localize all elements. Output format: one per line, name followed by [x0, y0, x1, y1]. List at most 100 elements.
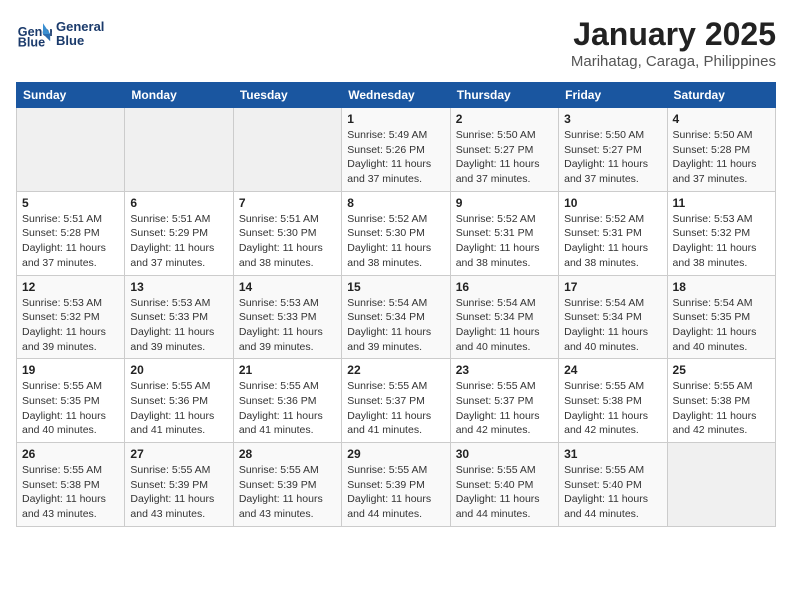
day-number: 7: [239, 196, 336, 210]
day-number: 29: [347, 447, 444, 461]
day-info: Sunrise: 5:55 AM Sunset: 5:39 PM Dayligh…: [130, 463, 227, 522]
day-number: 30: [456, 447, 553, 461]
day-number: 1: [347, 112, 444, 126]
calendar-cell: 7 Sunrise: 5:51 AM Sunset: 5:30 PM Daylig…: [233, 191, 341, 275]
calendar-week-2: 5Sunrise: 5:51 AM Sunset: 5:28 PM Daylig…: [17, 191, 776, 275]
day-info: Sunrise: 5:51 AM Sunset: 5:30 PM Dayligh…: [239, 212, 336, 271]
calendar-cell: 17 Sunrise: 5:54 AM Sunset: 5:34 PM Dayli…: [559, 275, 667, 359]
day-info: Sunrise: 5:55 AM Sunset: 5:35 PM Dayligh…: [22, 379, 119, 438]
weekday-header-monday: Monday: [125, 83, 233, 108]
calendar-body: 1 Sunrise: 5:49 AM Sunset: 5:26 PM Daylig…: [17, 108, 776, 527]
calendar-cell: [667, 443, 775, 527]
day-info: Sunrise: 5:55 AM Sunset: 5:39 PM Dayligh…: [239, 463, 336, 522]
calendar-cell: 10Sunrise: 5:52 AM Sunset: 5:31 PM Dayli…: [559, 191, 667, 275]
calendar-cell: 31 Sunrise: 5:55 AM Sunset: 5:40 PM Dayli…: [559, 443, 667, 527]
calendar-cell: 25Sunrise: 5:55 AM Sunset: 5:38 PM Dayli…: [667, 359, 775, 443]
month-title: January 2025: [571, 16, 776, 53]
day-number: 27: [130, 447, 227, 461]
calendar-cell: 4 Sunrise: 5:50 AM Sunset: 5:28 PM Daylig…: [667, 108, 775, 192]
day-info: Sunrise: 5:53 AM Sunset: 5:33 PM Dayligh…: [239, 296, 336, 355]
day-number: 11: [673, 196, 770, 210]
day-number: 14: [239, 280, 336, 294]
calendar-week-1: 1 Sunrise: 5:49 AM Sunset: 5:26 PM Daylig…: [17, 108, 776, 192]
weekday-header-thursday: Thursday: [450, 83, 558, 108]
calendar-cell: 20 Sunrise: 5:55 AM Sunset: 5:36 PM Dayli…: [125, 359, 233, 443]
day-number: 3: [564, 112, 661, 126]
day-number: 18: [673, 280, 770, 294]
weekday-header-saturday: Saturday: [667, 83, 775, 108]
calendar-cell: 6 Sunrise: 5:51 AM Sunset: 5:29 PM Daylig…: [125, 191, 233, 275]
day-info: Sunrise: 5:53 AM Sunset: 5:32 PM Dayligh…: [673, 212, 770, 271]
calendar-header-row: SundayMondayTuesdayWednesdayThursdayFrid…: [17, 83, 776, 108]
logo: General Blue General Blue: [16, 16, 104, 52]
day-number: 21: [239, 363, 336, 377]
day-info: Sunrise: 5:53 AM Sunset: 5:33 PM Dayligh…: [130, 296, 227, 355]
weekday-header-tuesday: Tuesday: [233, 83, 341, 108]
calendar-cell: 9Sunrise: 5:52 AM Sunset: 5:31 PM Daylig…: [450, 191, 558, 275]
day-info: Sunrise: 5:55 AM Sunset: 5:40 PM Dayligh…: [564, 463, 661, 522]
day-info: Sunrise: 5:50 AM Sunset: 5:27 PM Dayligh…: [564, 128, 661, 187]
day-number: 31: [564, 447, 661, 461]
day-info: Sunrise: 5:55 AM Sunset: 5:38 PM Dayligh…: [22, 463, 119, 522]
weekday-header-wednesday: Wednesday: [342, 83, 450, 108]
day-info: Sunrise: 5:53 AM Sunset: 5:32 PM Dayligh…: [22, 296, 119, 355]
calendar-cell: 3 Sunrise: 5:50 AM Sunset: 5:27 PM Daylig…: [559, 108, 667, 192]
day-info: Sunrise: 5:51 AM Sunset: 5:28 PM Dayligh…: [22, 212, 119, 271]
calendar-cell: 26 Sunrise: 5:55 AM Sunset: 5:38 PM Dayli…: [17, 443, 125, 527]
calendar-week-4: 19 Sunrise: 5:55 AM Sunset: 5:35 PM Dayli…: [17, 359, 776, 443]
day-info: Sunrise: 5:50 AM Sunset: 5:28 PM Dayligh…: [673, 128, 770, 187]
day-info: Sunrise: 5:54 AM Sunset: 5:34 PM Dayligh…: [456, 296, 553, 355]
day-number: 20: [130, 363, 227, 377]
day-info: Sunrise: 5:54 AM Sunset: 5:35 PM Dayligh…: [673, 296, 770, 355]
weekday-header-friday: Friday: [559, 83, 667, 108]
calendar-cell: 8Sunrise: 5:52 AM Sunset: 5:30 PM Daylig…: [342, 191, 450, 275]
logo-blue: Blue: [56, 34, 104, 48]
calendar-cell: 2Sunrise: 5:50 AM Sunset: 5:27 PM Daylig…: [450, 108, 558, 192]
day-number: 15: [347, 280, 444, 294]
calendar-cell: 30 Sunrise: 5:55 AM Sunset: 5:40 PM Dayli…: [450, 443, 558, 527]
title-area: January 2025 Marihatag, Caraga, Philippi…: [571, 16, 776, 70]
calendar-cell: 11 Sunrise: 5:53 AM Sunset: 5:32 PM Dayli…: [667, 191, 775, 275]
day-number: 19: [22, 363, 119, 377]
calendar-cell: 21 Sunrise: 5:55 AM Sunset: 5:36 PM Dayli…: [233, 359, 341, 443]
location-title: Marihatag, Caraga, Philippines: [571, 53, 776, 70]
day-number: 22: [347, 363, 444, 377]
calendar-cell: 13 Sunrise: 5:53 AM Sunset: 5:33 PM Dayli…: [125, 275, 233, 359]
calendar-cell: 23 Sunrise: 5:55 AM Sunset: 5:37 PM Dayli…: [450, 359, 558, 443]
svg-text:Blue: Blue: [18, 36, 45, 50]
calendar-cell: 14 Sunrise: 5:53 AM Sunset: 5:33 PM Dayli…: [233, 275, 341, 359]
calendar-cell: [125, 108, 233, 192]
day-number: 4: [673, 112, 770, 126]
day-number: 26: [22, 447, 119, 461]
day-number: 10: [564, 196, 661, 210]
day-info: Sunrise: 5:55 AM Sunset: 5:38 PM Dayligh…: [564, 379, 661, 438]
calendar-cell: 19 Sunrise: 5:55 AM Sunset: 5:35 PM Dayli…: [17, 359, 125, 443]
day-number: 6: [130, 196, 227, 210]
day-info: Sunrise: 5:54 AM Sunset: 5:34 PM Dayligh…: [347, 296, 444, 355]
logo-general: General: [56, 20, 104, 34]
day-info: Sunrise: 5:51 AM Sunset: 5:29 PM Dayligh…: [130, 212, 227, 271]
day-number: 17: [564, 280, 661, 294]
calendar-cell: 22 Sunrise: 5:55 AM Sunset: 5:37 PM Dayli…: [342, 359, 450, 443]
day-number: 13: [130, 280, 227, 294]
day-number: 24: [564, 363, 661, 377]
day-number: 23: [456, 363, 553, 377]
calendar: SundayMondayTuesdayWednesdayThursdayFrid…: [16, 82, 776, 527]
logo-text: General Blue: [56, 20, 104, 49]
day-info: Sunrise: 5:55 AM Sunset: 5:36 PM Dayligh…: [239, 379, 336, 438]
day-info: Sunrise: 5:54 AM Sunset: 5:34 PM Dayligh…: [564, 296, 661, 355]
day-info: Sunrise: 5:55 AM Sunset: 5:40 PM Dayligh…: [456, 463, 553, 522]
calendar-cell: [233, 108, 341, 192]
calendar-cell: 27 Sunrise: 5:55 AM Sunset: 5:39 PM Dayli…: [125, 443, 233, 527]
day-number: 2: [456, 112, 553, 126]
day-number: 25: [673, 363, 770, 377]
day-info: Sunrise: 5:49 AM Sunset: 5:26 PM Dayligh…: [347, 128, 444, 187]
day-info: Sunrise: 5:52 AM Sunset: 5:31 PM Dayligh…: [456, 212, 553, 271]
calendar-cell: 29Sunrise: 5:55 AM Sunset: 5:39 PM Dayli…: [342, 443, 450, 527]
day-info: Sunrise: 5:55 AM Sunset: 5:37 PM Dayligh…: [347, 379, 444, 438]
calendar-cell: [17, 108, 125, 192]
calendar-cell: 28Sunrise: 5:55 AM Sunset: 5:39 PM Dayli…: [233, 443, 341, 527]
day-info: Sunrise: 5:55 AM Sunset: 5:36 PM Dayligh…: [130, 379, 227, 438]
calendar-cell: 1 Sunrise: 5:49 AM Sunset: 5:26 PM Daylig…: [342, 108, 450, 192]
day-info: Sunrise: 5:55 AM Sunset: 5:37 PM Dayligh…: [456, 379, 553, 438]
